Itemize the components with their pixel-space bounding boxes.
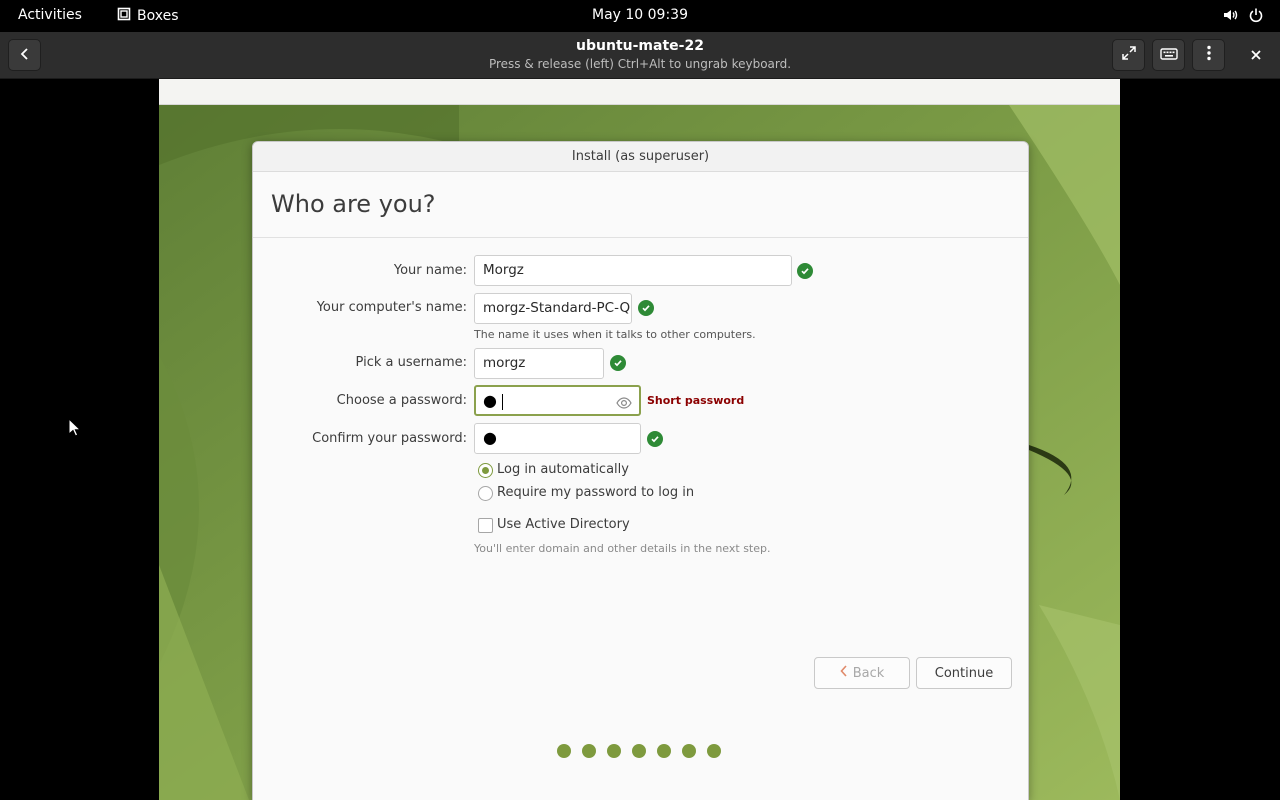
- confirm-password-field[interactable]: ●: [474, 423, 641, 454]
- require-password-radio[interactable]: [478, 486, 493, 501]
- mouse-cursor-icon: [68, 417, 82, 442]
- confirm-password-value: ●: [483, 428, 497, 447]
- power-icon: [1248, 7, 1264, 27]
- active-directory-checkbox[interactable]: [478, 518, 493, 533]
- app-menu-boxes[interactable]: Boxes: [117, 7, 179, 25]
- progress-dot: [682, 744, 696, 758]
- page-title: Who are you?: [271, 190, 436, 218]
- valid-check-icon: [638, 300, 654, 316]
- close-icon: [1250, 46, 1262, 65]
- system-tray[interactable]: [1222, 7, 1264, 27]
- username-field[interactable]: morgz: [474, 348, 604, 379]
- fullscreen-button[interactable]: [1112, 39, 1145, 71]
- show-password-eye-icon[interactable]: [616, 393, 632, 414]
- guest-top-panel: [159, 79, 1120, 105]
- app-menu-label: Boxes: [137, 8, 179, 24]
- text-caret: [502, 394, 504, 410]
- your-name-field[interactable]: Morgz: [474, 255, 792, 286]
- valid-check-icon: [797, 263, 813, 279]
- back-button-label: Back: [852, 665, 885, 681]
- ungrab-hint: Press & release (left) Ctrl+Alt to ungra…: [488, 57, 792, 71]
- require-password-label[interactable]: Require my password to log in: [497, 485, 694, 500]
- computer-name-field[interactable]: morgz-Standard-PC-Q35-ICH9-2009: [474, 293, 632, 324]
- vm-title: ubuntu-mate-22: [576, 38, 704, 54]
- login-automatically-label[interactable]: Log in automatically: [497, 462, 629, 477]
- progress-dot: [632, 744, 646, 758]
- clock[interactable]: May 10 09:39: [592, 7, 688, 23]
- fullscreen-icon: [1121, 45, 1137, 65]
- divider: [253, 237, 1028, 238]
- password-field[interactable]: ●: [474, 385, 641, 416]
- valid-check-icon: [647, 431, 663, 447]
- password-strength-warning: Short password: [647, 394, 745, 407]
- continue-button[interactable]: Continue: [916, 657, 1012, 689]
- install-progress-dots: [557, 744, 721, 758]
- computer-name-label: Your computer's name:: [316, 300, 467, 315]
- password-value: ●: [483, 391, 497, 410]
- vm-display[interactable]: Install (as superuser) Who are you? Your…: [159, 79, 1120, 800]
- back-button[interactable]: Back: [814, 657, 910, 689]
- activities-button[interactable]: Activities: [18, 7, 82, 23]
- confirm-password-label: Confirm your password:: [312, 431, 467, 446]
- kebab-menu-icon: [1206, 45, 1211, 65]
- keyboard-icon: [1159, 46, 1178, 65]
- active-directory-label[interactable]: Use Active Directory: [497, 517, 630, 532]
- username-label: Pick a username:: [355, 355, 467, 370]
- progress-dot: [607, 744, 621, 758]
- volume-icon: [1222, 7, 1238, 27]
- installer-window: Install (as superuser) Who are you? Your…: [252, 141, 1029, 800]
- progress-dot: [582, 744, 596, 758]
- active-directory-hint: You'll enter domain and other details in…: [474, 542, 771, 555]
- progress-dot: [557, 744, 571, 758]
- keyboard-button[interactable]: [1152, 39, 1185, 71]
- valid-check-icon: [610, 355, 626, 371]
- gnome-top-bar: Activities Boxes May 10 09:39: [0, 0, 1280, 32]
- login-automatically-radio[interactable]: [478, 463, 493, 478]
- boxes-header-bar: ubuntu-mate-22 Press & release (left) Ct…: [0, 32, 1280, 79]
- your-name-label: Your name:: [393, 263, 467, 278]
- password-label: Choose a password:: [336, 393, 467, 408]
- window-title: Install (as superuser): [253, 142, 1028, 172]
- menu-button[interactable]: [1192, 39, 1225, 71]
- computer-name-hint: The name it uses when it talks to other …: [474, 328, 756, 341]
- boxes-icon: [117, 7, 131, 25]
- progress-dot: [657, 744, 671, 758]
- back-chevron-icon: [840, 665, 848, 681]
- close-button[interactable]: [1246, 45, 1266, 65]
- continue-button-label: Continue: [934, 665, 994, 681]
- progress-dot: [707, 744, 721, 758]
